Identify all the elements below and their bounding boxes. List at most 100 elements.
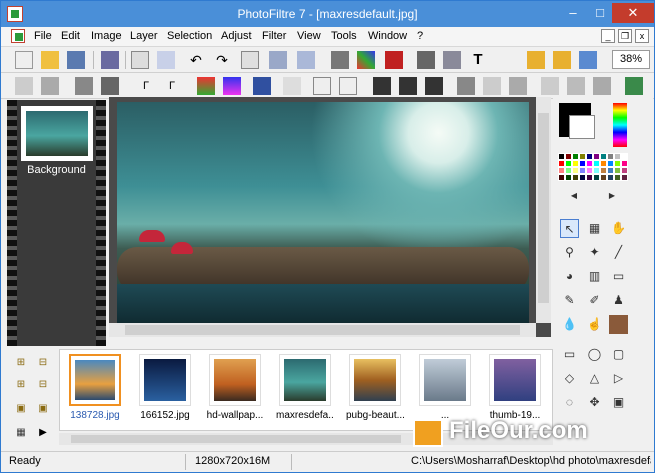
- menu-edit[interactable]: Edit: [61, 30, 80, 42]
- plugin-icon[interactable]: [625, 77, 643, 95]
- triangle-select-icon[interactable]: △: [585, 369, 604, 388]
- hue-icon[interactable]: [223, 77, 241, 95]
- blur-icon[interactable]: [483, 77, 501, 95]
- menu-file[interactable]: File: [34, 30, 52, 42]
- mdi-restore-button[interactable]: ❐: [618, 29, 632, 43]
- horizontal-scrollbar[interactable]: [109, 323, 536, 337]
- palette-prev-icon[interactable]: ◀: [559, 191, 589, 201]
- save-icon[interactable]: [67, 51, 85, 69]
- line-tool-icon[interactable]: ╱: [609, 243, 628, 262]
- crop-icon[interactable]: [241, 51, 259, 69]
- select-none-icon[interactable]: ▣: [35, 401, 51, 417]
- undo-icon[interactable]: ↶: [187, 51, 205, 69]
- title-bar[interactable]: PhotoFiltre 7 - [maxresdefault.jpg] – □ …: [1, 1, 654, 27]
- fill-tool-icon[interactable]: ◕: [560, 267, 579, 286]
- minimize-button[interactable]: –: [560, 3, 586, 23]
- folder-down-icon[interactable]: ⊟: [35, 377, 51, 393]
- batch-icon[interactable]: [553, 51, 571, 69]
- curves-icon[interactable]: [283, 77, 301, 95]
- background-color[interactable]: [569, 115, 595, 139]
- color-palette[interactable]: [558, 153, 628, 187]
- file-thumbnail[interactable]: maxresdefa...: [276, 354, 334, 421]
- ellipse-select-icon[interactable]: ◯: [585, 345, 604, 364]
- file-thumbnail[interactable]: ...: [416, 354, 474, 421]
- menu-filter[interactable]: Filter: [262, 30, 286, 42]
- menu-view[interactable]: View: [297, 30, 321, 42]
- lasso-select-icon[interactable]: ◌: [560, 393, 579, 412]
- new-icon[interactable]: [15, 51, 33, 69]
- menu-window[interactable]: Window: [368, 30, 407, 42]
- menu-tools[interactable]: Tools: [331, 30, 357, 42]
- hand-tool-icon[interactable]: ✋: [609, 219, 628, 238]
- open-icon[interactable]: [41, 51, 59, 69]
- file-thumbnail[interactable]: 166152.jpg: [136, 354, 194, 421]
- stamp-icon[interactable]: ♟: [609, 291, 628, 310]
- image-canvas[interactable]: [117, 102, 529, 324]
- palette-next-icon[interactable]: ▶: [597, 191, 627, 201]
- color-spectrum[interactable]: [613, 103, 627, 147]
- folder-up-icon[interactable]: ⊞: [13, 377, 29, 393]
- menu-adjust[interactable]: Adjust: [221, 30, 252, 42]
- rounded-rect-select-icon[interactable]: ▢: [609, 345, 628, 364]
- brightness-up-icon[interactable]: [15, 77, 33, 95]
- file-thumbnail[interactable]: hd-wallpap...: [206, 354, 264, 421]
- emboss-icon[interactable]: [541, 77, 559, 95]
- clone-tool-icon[interactable]: [609, 315, 628, 334]
- brightness-down-icon[interactable]: [41, 77, 59, 95]
- rectangle-select-icon[interactable]: ▭: [560, 345, 579, 364]
- resize-icon[interactable]: [269, 51, 287, 69]
- sharpen-icon[interactable]: [509, 77, 527, 95]
- document-icon[interactable]: [11, 29, 25, 43]
- magic-wand-icon[interactable]: ✦: [585, 243, 604, 262]
- layer-thumbnail[interactable]: [21, 106, 93, 161]
- color-picker-tool-icon[interactable]: ▦: [585, 219, 604, 238]
- auto-contrast-icon[interactable]: [339, 77, 357, 95]
- advanced-brush-icon[interactable]: ✐: [585, 291, 604, 310]
- explorer-icon[interactable]: [579, 51, 597, 69]
- contrast-down-icon[interactable]: [101, 77, 119, 95]
- tree-expand-icon[interactable]: ⊞: [13, 355, 29, 371]
- frame-icon[interactable]: [385, 51, 403, 69]
- filter-a-icon[interactable]: [373, 77, 391, 95]
- menu-layer[interactable]: Layer: [130, 30, 158, 42]
- tree-collapse-icon[interactable]: ⊟: [35, 355, 51, 371]
- cut-icon[interactable]: [131, 51, 149, 69]
- sketch-icon[interactable]: [567, 77, 585, 95]
- vertical-scrollbar[interactable]: [536, 97, 551, 323]
- levels-icon[interactable]: [253, 77, 271, 95]
- grid-view-icon[interactable]: ▦: [13, 425, 29, 441]
- diamond-select-icon[interactable]: ◇: [560, 369, 579, 388]
- redo-icon[interactable]: ↷: [213, 51, 231, 69]
- next-arrow-icon[interactable]: ▶: [35, 425, 51, 441]
- menu-help[interactable]: ?: [417, 30, 423, 42]
- saturation-icon[interactable]: [197, 77, 215, 95]
- colors-icon[interactable]: [357, 51, 375, 69]
- close-button[interactable]: ✕: [612, 3, 654, 23]
- copy-icon[interactable]: [157, 51, 175, 69]
- layer-icon[interactable]: [331, 51, 349, 69]
- mdi-minimize-button[interactable]: _: [601, 29, 615, 43]
- eyedropper-icon[interactable]: ⚲: [560, 243, 579, 262]
- menu-selection[interactable]: Selection: [167, 30, 212, 42]
- select-all-icon[interactable]: ▣: [13, 401, 29, 417]
- brush-icon[interactable]: ✎: [560, 291, 579, 310]
- text-icon[interactable]: T: [469, 51, 487, 69]
- gamma-up-icon[interactable]: Γ: [137, 77, 155, 95]
- file-thumbnail[interactable]: 138728.jpg: [66, 354, 124, 421]
- grayscale-icon[interactable]: [457, 77, 475, 95]
- print-icon[interactable]: [101, 51, 119, 69]
- filter-c-icon[interactable]: [425, 77, 443, 95]
- contrast-up-icon[interactable]: [75, 77, 93, 95]
- spray-tool-icon[interactable]: ▥: [585, 267, 604, 286]
- image-icon[interactable]: [417, 51, 435, 69]
- polygon-select-icon[interactable]: ▷: [609, 369, 628, 388]
- blur-tool-icon[interactable]: 💧: [560, 315, 579, 334]
- menu-image[interactable]: Image: [91, 30, 122, 42]
- smudge-tool-icon[interactable]: ☝: [585, 315, 604, 334]
- file-thumbnail[interactable]: thumb-19...: [486, 354, 544, 421]
- auto-levels-icon[interactable]: [313, 77, 331, 95]
- custom-shape-icon[interactable]: ✥: [585, 393, 604, 412]
- mdi-close-button[interactable]: x: [635, 29, 649, 43]
- eraser-icon[interactable]: ▭: [609, 267, 628, 286]
- gamma-down-icon[interactable]: Γ: [163, 77, 181, 95]
